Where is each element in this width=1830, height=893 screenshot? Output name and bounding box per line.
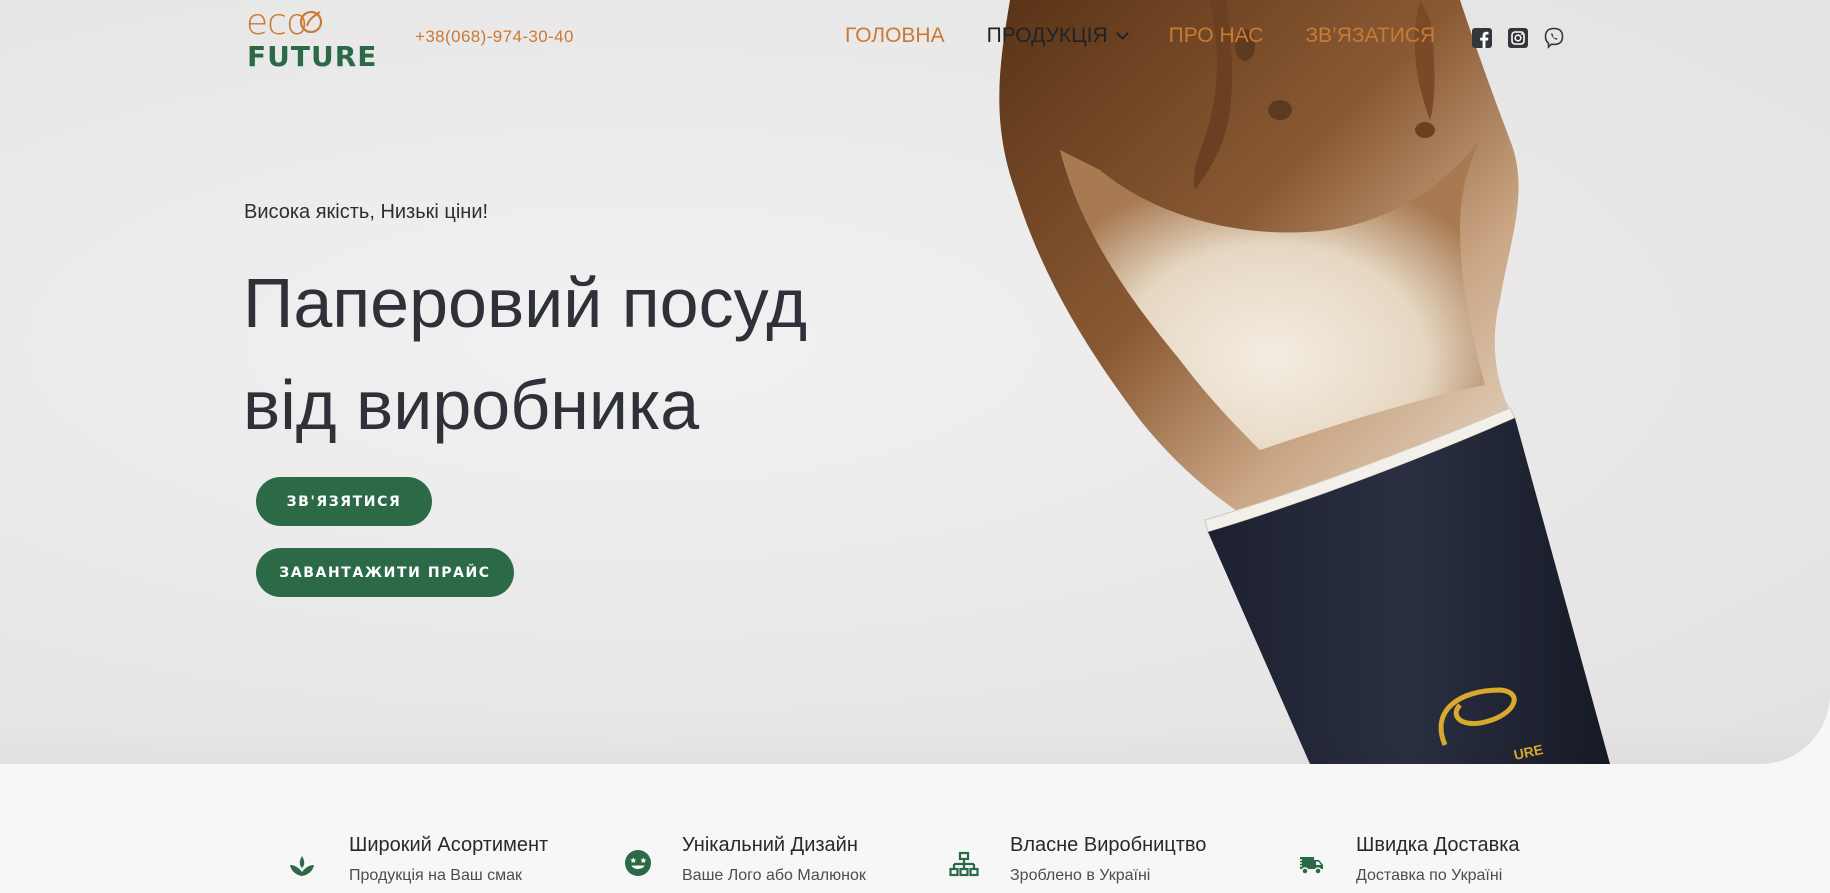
feature-title: Власне Виробництво xyxy=(1010,834,1207,856)
hero-section: URE eco FUTURE +38(068)-974-30-40 ГОЛОВН… xyxy=(0,0,1830,764)
nav-item-about[interactable]: ПРО НАС xyxy=(1169,24,1264,48)
hero-headline-line2: від виробника xyxy=(243,366,700,444)
contact-button[interactable]: ЗВ'ЯЗЯТИСЯ xyxy=(256,477,432,526)
feature-subtitle: Ваше Лого або Малюнок xyxy=(682,867,866,884)
feature-title: Унікальний Дизайн xyxy=(682,834,858,856)
nav-item-products-label: ПРОДУКЦІЯ xyxy=(986,24,1108,47)
viber-icon[interactable] xyxy=(1543,27,1565,49)
nav-item-home[interactable]: ГОЛОВНА xyxy=(845,24,945,48)
coffee-cup-splash-image: URE xyxy=(999,0,1610,764)
facebook-icon[interactable] xyxy=(1471,27,1493,49)
logo-future-text: FUTURE xyxy=(247,40,378,73)
feature-subtitle: Зроблено в Україні xyxy=(1010,867,1151,884)
chevron-down-icon xyxy=(1115,27,1129,40)
nav-item-products[interactable]: ПРОДУКЦІЯ xyxy=(986,24,1129,48)
hero-tagline: Висока якість, Низькі ціни! xyxy=(244,201,489,223)
smiley-icon xyxy=(625,850,651,876)
features-row: Широкий Асортимент Продукція на Ваш смак… xyxy=(0,830,1830,893)
site-logo[interactable]: eco FUTURE xyxy=(246,2,378,73)
cup-brand-text: URE xyxy=(1512,741,1544,763)
logo-leaf-icon xyxy=(299,10,323,34)
main-nav: ГОЛОВНА ПРОДУКЦІЯ ПРО НАС ЗВ’ЯЗАТИСЯ xyxy=(845,24,1477,48)
instagram-icon[interactable] xyxy=(1507,27,1529,49)
feature-subtitle: Продукція на Ваш смак xyxy=(349,867,523,884)
social-links xyxy=(1471,27,1565,49)
download-price-button[interactable]: ЗАВАНТАЖИТИ ПРАЙС xyxy=(256,548,514,597)
leaf-icon xyxy=(290,856,314,876)
truck-icon xyxy=(1296,857,1323,875)
nav-item-contact[interactable]: ЗВ’ЯЗАТИСЯ xyxy=(1305,24,1435,48)
network-icon xyxy=(949,851,979,877)
feature-title: Широкий Асортимент xyxy=(349,834,549,856)
feature-subtitle: Доставка по Україні xyxy=(1356,867,1503,884)
hero-headline: Паперовий посуд від виробника xyxy=(243,252,943,456)
feature-title: Швидка Доставка xyxy=(1356,834,1520,856)
phone-link[interactable]: +38(068)-974-30-40 xyxy=(415,27,574,47)
hero-headline-line1: Паперовий посуд xyxy=(243,264,808,342)
